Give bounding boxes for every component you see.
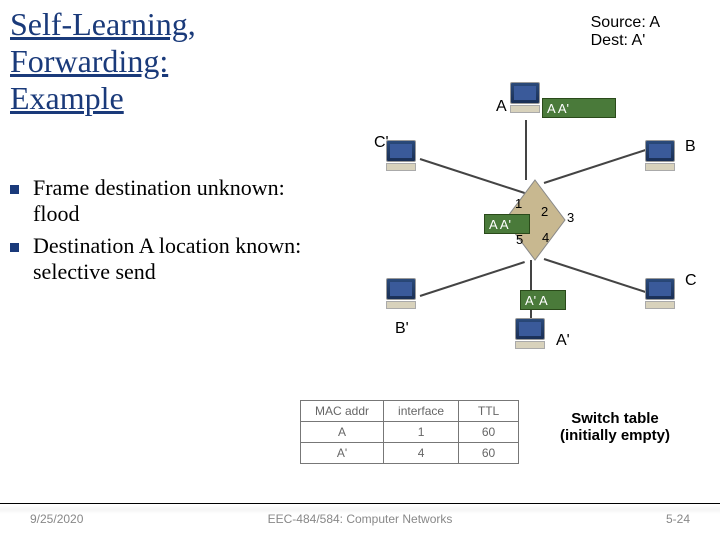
cell-ttl: 60	[459, 443, 519, 464]
frame-ap-a: A' A	[520, 290, 566, 310]
hdr-mac: MAC addr	[301, 401, 384, 422]
bullet-square-icon	[10, 185, 19, 194]
hdr-if: interface	[384, 401, 459, 422]
port-2: 2	[541, 204, 548, 219]
network-diagram: 1 2 3 4 5 6 A A' A A' A' A A B C' C B' A…	[310, 80, 710, 360]
frame-a-ap-mid: A A'	[484, 214, 530, 234]
host-bp-icon	[386, 278, 420, 310]
caption-l2: (initially empty)	[560, 427, 670, 444]
caption-l1: Switch table	[571, 410, 659, 427]
title-l1: Self-Learning,	[10, 6, 196, 42]
link-bp	[420, 261, 525, 297]
bullet-square-icon	[10, 243, 19, 252]
port-5: 5	[516, 232, 523, 247]
host-b-icon	[645, 140, 679, 172]
footer-course: EEC-484/584: Computer Networks	[0, 512, 720, 526]
port-1: 1	[515, 196, 522, 211]
switch-table-caption: Switch table (initially empty)	[540, 410, 690, 444]
host-c-label: C	[685, 272, 697, 290]
bullet-2: Destination A location known: selective …	[33, 233, 310, 285]
host-a-icon	[510, 82, 544, 114]
host-b-label: B	[685, 138, 696, 156]
dest-label: Dest: A'	[591, 32, 660, 50]
table-header-row: MAC addr interface TTL	[301, 401, 519, 422]
link-a	[525, 120, 527, 180]
table-row: A' 4 60	[301, 443, 519, 464]
cell-if: 4	[384, 443, 459, 464]
bullet-1: Frame destination unknown: flood	[33, 175, 310, 227]
cell-mac: A	[301, 422, 384, 443]
title-l3: Example	[10, 80, 124, 116]
host-cp-label: C'	[374, 134, 389, 152]
source-label: Source: A	[591, 14, 660, 32]
title-l2: Forwarding:	[10, 43, 168, 79]
table-row: A 1 60	[301, 422, 519, 443]
switch-table: MAC addr interface TTL A 1 60 A' 4 60	[300, 400, 519, 464]
frame-source-dest: Source: A Dest: A'	[591, 14, 660, 50]
cell-if: 1	[384, 422, 459, 443]
host-bp-label: B'	[395, 320, 409, 338]
cell-ttl: 60	[459, 422, 519, 443]
host-ap-label: A'	[556, 332, 570, 350]
host-c-icon	[645, 278, 679, 310]
port-3: 3	[567, 210, 574, 225]
host-cp-icon	[386, 140, 420, 172]
footer-divider	[0, 503, 720, 504]
frame-a-ap-top: A A'	[542, 98, 616, 118]
host-ap-icon	[515, 318, 549, 350]
host-a-label: A	[496, 98, 507, 116]
slide-title: Self-Learning, Forwarding: Example	[10, 6, 196, 116]
cell-mac: A'	[301, 443, 384, 464]
footer-page: 5-24	[666, 512, 690, 526]
hdr-ttl: TTL	[459, 401, 519, 422]
port-4: 4	[542, 230, 549, 245]
bullet-list: Frame destination unknown: flood Destina…	[10, 175, 310, 291]
